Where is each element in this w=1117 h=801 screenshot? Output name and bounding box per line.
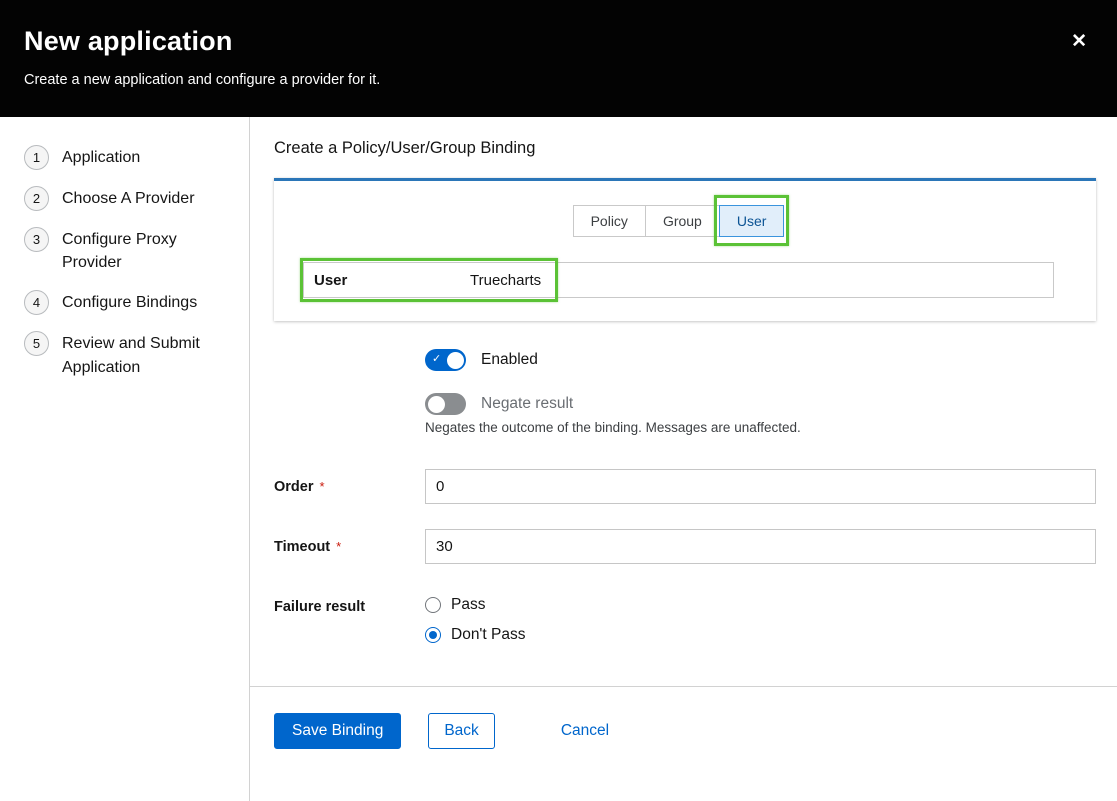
sidebar-item-review-submit[interactable]: 5 Review and Submit Application <box>24 332 231 378</box>
binding-card: Policy Group User User Truecharts <box>274 178 1096 321</box>
timeout-label-text: Timeout <box>274 539 330 555</box>
step-number: 5 <box>24 331 49 356</box>
tab-user[interactable]: User <box>719 205 785 237</box>
order-input[interactable] <box>425 469 1096 504</box>
order-label: Order * <box>274 479 425 495</box>
radio-circle <box>425 627 441 643</box>
radio-circle <box>425 597 441 613</box>
step-number: 3 <box>24 227 49 252</box>
enabled-toggle[interactable]: ✓ <box>425 349 466 371</box>
sidebar-item-configure-proxy-provider[interactable]: 3 Configure Proxy Provider <box>24 228 231 274</box>
step-label: Application <box>62 146 140 169</box>
user-select[interactable]: Truecharts <box>470 272 541 289</box>
toggle-knob <box>428 396 445 413</box>
negate-toggle-control: Negate result <box>425 393 1096 415</box>
required-marker: * <box>336 539 341 554</box>
user-binding-row: User Truecharts <box>303 262 1054 298</box>
order-row: Order * <box>274 469 1096 504</box>
step-number: 2 <box>24 186 49 211</box>
sidebar-item-choose-provider[interactable]: 2 Choose A Provider <box>24 187 231 211</box>
cancel-button[interactable]: Cancel <box>559 714 611 748</box>
negate-help-text: Negates the outcome of the binding. Mess… <box>425 420 1096 435</box>
toggle-knob <box>447 352 464 369</box>
timeout-row: Timeout * <box>274 529 1096 564</box>
failure-result-row: Failure result Pass Don't Pass <box>274 596 1096 644</box>
tab-group[interactable]: Group <box>645 205 720 237</box>
close-icon: ✕ <box>1071 31 1087 52</box>
enabled-toggle-control: ✓ Enabled <box>425 349 1096 371</box>
wizard-header: New application Create a new application… <box>0 0 1117 117</box>
save-binding-button[interactable]: Save Binding <box>274 713 401 749</box>
user-row-label: User <box>314 272 470 289</box>
failure-result-label: Failure result <box>274 599 425 615</box>
check-icon: ✓ <box>432 352 441 367</box>
order-label-text: Order <box>274 479 314 495</box>
close-button[interactable]: ✕ <box>1067 28 1091 55</box>
failure-result-radio-group: Pass Don't Pass <box>425 596 1096 644</box>
new-application-modal: New application Create a new application… <box>0 0 1117 801</box>
sidebar-item-configure-bindings[interactable]: 4 Configure Bindings <box>24 291 231 315</box>
radio-pass[interactable]: Pass <box>425 596 1096 614</box>
timeout-input[interactable] <box>425 529 1096 564</box>
negate-result-row: Negate result <box>274 393 1096 415</box>
step-number: 1 <box>24 145 49 170</box>
footer-actions: Save Binding Back Cancel <box>274 713 1096 749</box>
page-title: Create a Policy/User/Group Binding <box>274 139 1096 158</box>
enabled-toggle-label: Enabled <box>481 351 538 369</box>
radio-dont-pass-label: Don't Pass <box>451 626 525 644</box>
tab-policy[interactable]: Policy <box>573 205 646 237</box>
radio-pass-label: Pass <box>451 596 485 614</box>
enabled-row: ✓ Enabled <box>274 349 1096 371</box>
footer-divider <box>250 686 1117 687</box>
wizard-steps-nav: 1 Application 2 Choose A Provider 3 Conf… <box>0 117 250 801</box>
radio-dont-pass[interactable]: Don't Pass <box>425 626 1096 644</box>
wizard-title: New application <box>24 26 1093 57</box>
step-number: 4 <box>24 290 49 315</box>
negate-result-toggle-label: Negate result <box>481 395 573 413</box>
step-label: Choose A Provider <box>62 187 195 210</box>
step-content: Create a Policy/User/Group Binding Polic… <box>250 117 1117 801</box>
back-button[interactable]: Back <box>428 713 494 749</box>
step-label: Configure Proxy Provider <box>62 228 207 274</box>
wizard-body: 1 Application 2 Choose A Provider 3 Conf… <box>0 117 1117 801</box>
binding-type-tab-group: Policy Group User <box>289 205 1068 237</box>
step-label: Review and Submit Application <box>62 332 207 378</box>
tab-user-wrap: User <box>719 205 785 237</box>
sidebar-item-application[interactable]: 1 Application <box>24 146 231 170</box>
wizard-subtitle: Create a new application and configure a… <box>24 72 1093 88</box>
step-label: Configure Bindings <box>62 291 197 314</box>
timeout-label: Timeout * <box>274 539 425 555</box>
negate-help-row: Negates the outcome of the binding. Mess… <box>274 420 1096 435</box>
required-marker: * <box>320 479 325 494</box>
negate-result-toggle[interactable] <box>425 393 466 415</box>
